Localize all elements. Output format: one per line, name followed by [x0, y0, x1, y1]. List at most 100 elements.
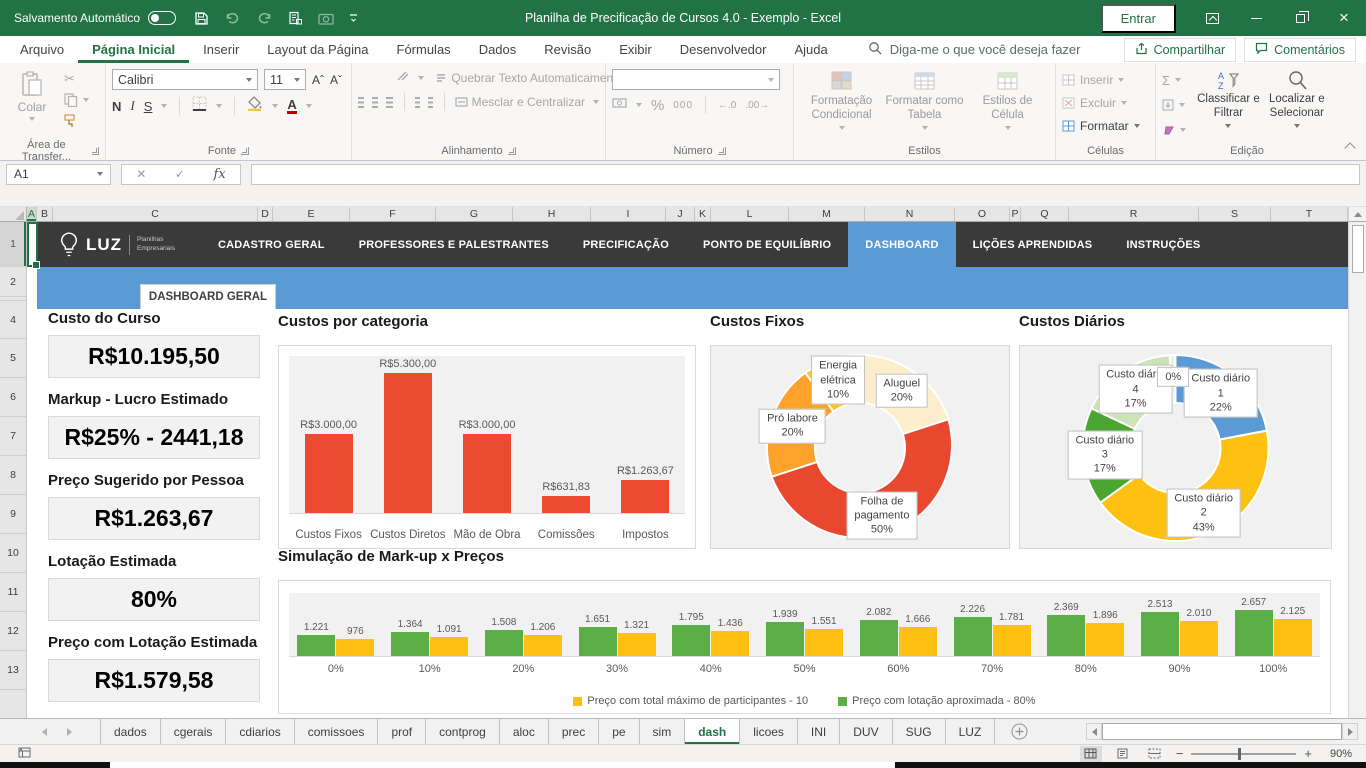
- column-header-c[interactable]: C: [53, 207, 258, 221]
- row-header-12[interactable]: 12: [0, 612, 27, 651]
- find-select-button[interactable]: Localizar e Selecionar: [1262, 67, 1332, 142]
- ribbon-tab-revisao[interactable]: Revisão: [530, 36, 605, 63]
- merge-center-button[interactable]: Mesclar e Centralizar: [472, 95, 585, 109]
- camera-icon[interactable]: [318, 12, 334, 25]
- alignment-dialog-launcher[interactable]: [508, 147, 516, 155]
- shrink-font-button[interactable]: Aˇ: [330, 73, 342, 87]
- column-header-t[interactable]: T: [1271, 207, 1348, 221]
- ribbon-tab-inserir[interactable]: Inserir: [189, 36, 253, 63]
- autosum-icon[interactable]: Σ: [1162, 73, 1170, 88]
- underline-button[interactable]: S: [144, 99, 153, 114]
- align-right-icon[interactable]: [386, 97, 392, 108]
- h-scroll-right-button[interactable]: [1342, 723, 1358, 740]
- column-header-m[interactable]: M: [789, 207, 865, 221]
- sheet-tab-luz[interactable]: LUZ: [946, 719, 996, 744]
- normal-view-button[interactable]: [1080, 746, 1102, 762]
- ribbon-display-options-button[interactable]: [1190, 0, 1234, 36]
- insert-cells-button[interactable]: Inserir: [1080, 73, 1113, 87]
- row-header-7[interactable]: 7: [0, 417, 27, 456]
- sheet-tab-prec[interactable]: prec: [549, 719, 599, 744]
- clipboard-dialog-launcher[interactable]: [92, 147, 99, 155]
- select-all-corner[interactable]: [0, 207, 27, 221]
- font-name-combo[interactable]: Calibri: [112, 69, 258, 90]
- sheet-tab-licoes[interactable]: licoes: [740, 719, 798, 744]
- column-header-q[interactable]: Q: [1021, 207, 1069, 221]
- sheet-tab-cdiarios[interactable]: cdiarios: [226, 719, 294, 744]
- comma-style-button[interactable]: 000: [673, 100, 693, 111]
- enter-icon[interactable]: ✓: [175, 167, 185, 181]
- page-layout-view-button[interactable]: [1112, 746, 1134, 762]
- row-header-4[interactable]: 4: [0, 301, 27, 339]
- conditional-formatting-button[interactable]: Formatação Condicional: [800, 67, 883, 142]
- column-header-r[interactable]: R: [1069, 207, 1199, 221]
- vertical-scrollbar-thumb[interactable]: [1352, 225, 1364, 273]
- sheet-tab-comissoes[interactable]: comissoes: [295, 719, 379, 744]
- autosave-toggle[interactable]: [148, 11, 176, 25]
- format-cells-button[interactable]: Formatar: [1080, 119, 1129, 133]
- next-sheet-button[interactable]: [67, 728, 72, 736]
- align-center-icon[interactable]: [372, 97, 378, 108]
- ribbon-tab-exibir[interactable]: Exibir: [605, 36, 666, 63]
- undo-icon[interactable]: [224, 11, 241, 25]
- paste-button[interactable]: Colar: [6, 67, 58, 142]
- row-header-13[interactable]: 13: [0, 651, 27, 690]
- sheet-canvas[interactable]: LUZ Planilhas Empresariais CADASTRO GERA…: [27, 222, 1348, 718]
- borders-icon[interactable]: [192, 96, 207, 116]
- ribbon-tab-desenvolvedor[interactable]: Desenvolvedor: [666, 36, 781, 63]
- formula-input[interactable]: [251, 164, 1360, 185]
- insert-function-icon[interactable]: fx: [214, 167, 226, 182]
- font-size-combo[interactable]: 11: [264, 69, 306, 90]
- row-header-9[interactable]: 9: [0, 495, 27, 534]
- row-header-8[interactable]: 8: [0, 456, 27, 495]
- column-header-o[interactable]: O: [955, 207, 1010, 221]
- ribbon-tab-arquivo[interactable]: Arquivo: [6, 36, 78, 63]
- previous-sheet-button[interactable]: [42, 728, 47, 736]
- nav-item-licoes-aprendidas[interactable]: LIÇÕES APRENDIDAS: [956, 222, 1110, 267]
- row-header-2[interactable]: 2: [0, 267, 27, 297]
- name-box[interactable]: A1: [6, 164, 111, 185]
- save-icon[interactable]: [194, 11, 209, 26]
- align-left-icon[interactable]: [358, 97, 364, 108]
- column-header-s[interactable]: S: [1199, 207, 1271, 221]
- scroll-up-button[interactable]: [1348, 207, 1366, 221]
- row-header-5[interactable]: 5: [0, 339, 27, 378]
- column-header-e[interactable]: E: [273, 207, 350, 221]
- print-preview-icon[interactable]: [288, 11, 303, 26]
- column-header-f[interactable]: F: [350, 207, 436, 221]
- macro-record-icon[interactable]: [18, 745, 31, 763]
- bold-button[interactable]: N: [112, 99, 121, 114]
- sheet-tab-pe[interactable]: pe: [599, 719, 639, 744]
- horizontal-scrollbar-thumb[interactable]: [1102, 723, 1342, 740]
- increase-indent-icon[interactable]: [428, 97, 433, 108]
- orientation-icon[interactable]: [396, 69, 410, 87]
- delete-cells-button[interactable]: Excluir: [1080, 96, 1116, 110]
- wrap-text-button[interactable]: Quebrar Texto Automaticamente: [451, 71, 623, 85]
- font-dialog-launcher[interactable]: [241, 147, 249, 155]
- zoom-level[interactable]: 90%: [1322, 748, 1352, 760]
- new-sheet-button[interactable]: [1011, 719, 1028, 744]
- copy-icon[interactable]: [64, 92, 89, 108]
- column-header-h[interactable]: H: [513, 207, 591, 221]
- ribbon-tab-layout-da-pagina[interactable]: Layout da Página: [253, 36, 382, 63]
- fill-color-icon[interactable]: [247, 96, 263, 116]
- sort-filter-button[interactable]: AZ Classificar e Filtrar: [1195, 67, 1261, 142]
- column-header-j[interactable]: J: [666, 207, 695, 221]
- restore-button[interactable]: [1278, 0, 1322, 36]
- sheet-tab-dados[interactable]: dados: [100, 719, 161, 744]
- ribbon-tab-formulas[interactable]: Fórmulas: [383, 36, 465, 63]
- ribbon-tab-ajuda[interactable]: Ajuda: [780, 36, 841, 63]
- dashboard-geral-tab[interactable]: DASHBOARD GERAL: [140, 284, 276, 309]
- number-dialog-launcher[interactable]: [718, 147, 726, 155]
- sheet-tab-ini[interactable]: INI: [798, 719, 840, 744]
- zoom-slider[interactable]: − +: [1176, 746, 1312, 761]
- column-header-n[interactable]: N: [865, 207, 955, 221]
- sheet-tab-contprog[interactable]: contprog: [426, 719, 500, 744]
- sheet-tab-prof[interactable]: prof: [378, 719, 426, 744]
- nav-item-dashboard[interactable]: DASHBOARD: [848, 222, 955, 267]
- number-format-combo[interactable]: [612, 69, 780, 90]
- row-header-1[interactable]: 1: [0, 222, 27, 267]
- italic-button[interactable]: I: [130, 98, 134, 114]
- format-as-table-button[interactable]: Formatar como Tabela: [883, 67, 966, 142]
- nav-item-cadastro-geral[interactable]: CADASTRO GERAL: [201, 222, 342, 267]
- comments-button[interactable]: Comentários: [1244, 38, 1356, 62]
